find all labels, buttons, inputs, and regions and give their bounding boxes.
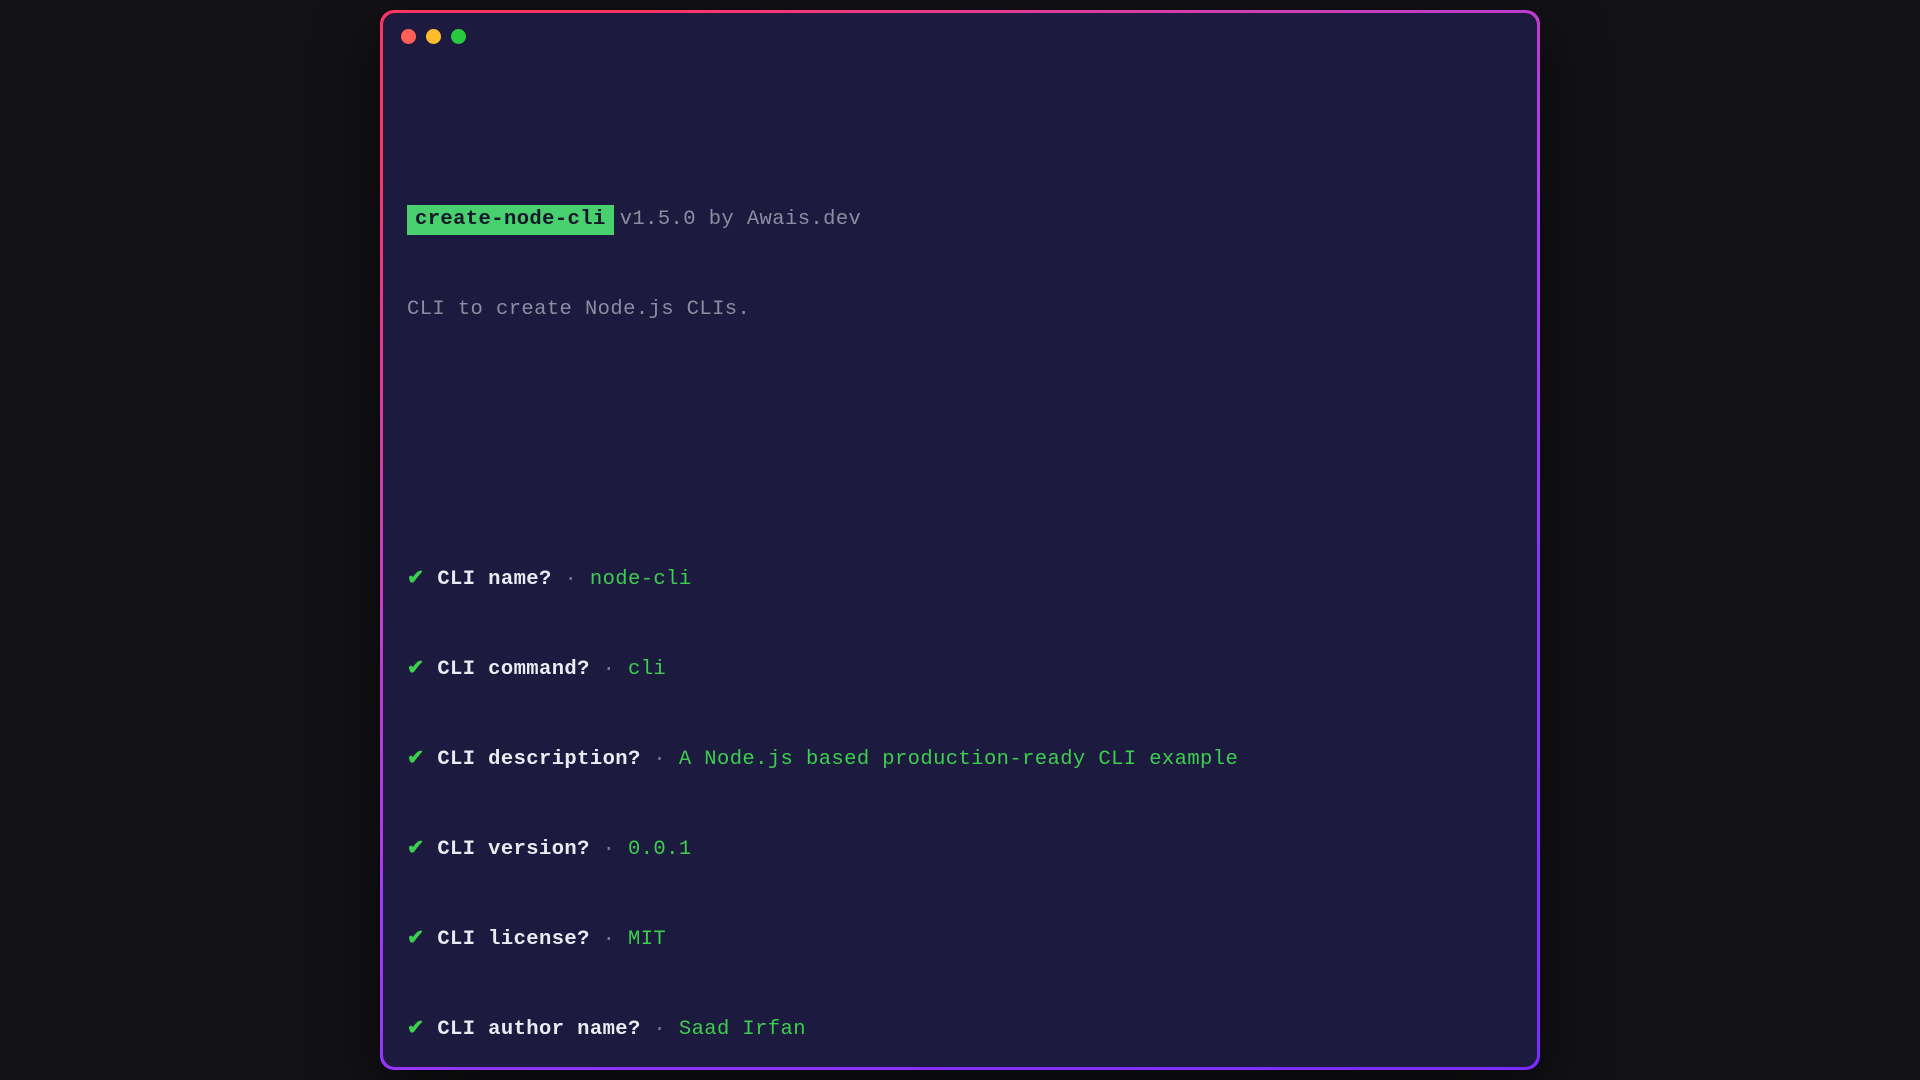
prompt-label: CLI version? [437, 838, 590, 861]
prompt-value: cli [628, 658, 666, 681]
check-icon: ✔ [407, 928, 437, 951]
prompt-label: CLI author name? [437, 1018, 640, 1041]
prompt-row: ✔ CLI description? · A Node.js based pro… [407, 745, 1513, 775]
prompt-value: node-cli [590, 568, 692, 591]
prompt-label: CLI name? [437, 568, 551, 591]
prompt-value: 0.0.1 [628, 838, 692, 861]
check-icon: ✔ [407, 568, 437, 591]
tool-author: Awais.dev [747, 208, 861, 231]
titlebar [383, 13, 1537, 59]
minimize-icon[interactable] [426, 29, 441, 44]
check-icon: ✔ [407, 748, 437, 771]
prompt-label: CLI description? [437, 748, 640, 771]
prompt-value: Saad Irfan [679, 1018, 806, 1041]
prompt-value: MIT [628, 928, 666, 951]
by-word: by [709, 208, 734, 231]
check-icon: ✔ [407, 1018, 437, 1041]
terminal-content: create-node-cli v1.5.0 by Awais.dev CLI t… [383, 59, 1537, 1080]
prompt-row: ✔ CLI command? · cli [407, 655, 1513, 685]
tool-name-badge: create-node-cli [407, 205, 614, 235]
zoom-icon[interactable] [451, 29, 466, 44]
prompt-label: CLI command? [437, 658, 590, 681]
tool-tagline: CLI to create Node.js CLIs. [407, 295, 1513, 325]
prompt-row: ✔ CLI author name? · Saad Irfan [407, 1015, 1513, 1045]
close-icon[interactable] [401, 29, 416, 44]
prompt-value: A Node.js based production-ready CLI exa… [679, 748, 1238, 771]
tool-header: create-node-cli v1.5.0 by Awais.dev [407, 205, 1513, 235]
terminal-window: create-node-cli v1.5.0 by Awais.dev CLI t… [380, 10, 1540, 1070]
prompt-row: ✔ CLI name? · node-cli [407, 565, 1513, 595]
prompt-row: ✔ CLI license? · MIT [407, 925, 1513, 955]
by-label [696, 208, 709, 231]
check-icon: ✔ [407, 838, 437, 861]
check-icon: ✔ [407, 658, 437, 681]
prompt-row: ✔ CLI version? · 0.0.1 [407, 835, 1513, 865]
tool-version: v1.5.0 [620, 208, 696, 231]
prompt-label: CLI license? [437, 928, 590, 951]
terminal-window-inner: create-node-cli v1.5.0 by Awais.dev CLI t… [383, 13, 1537, 1067]
